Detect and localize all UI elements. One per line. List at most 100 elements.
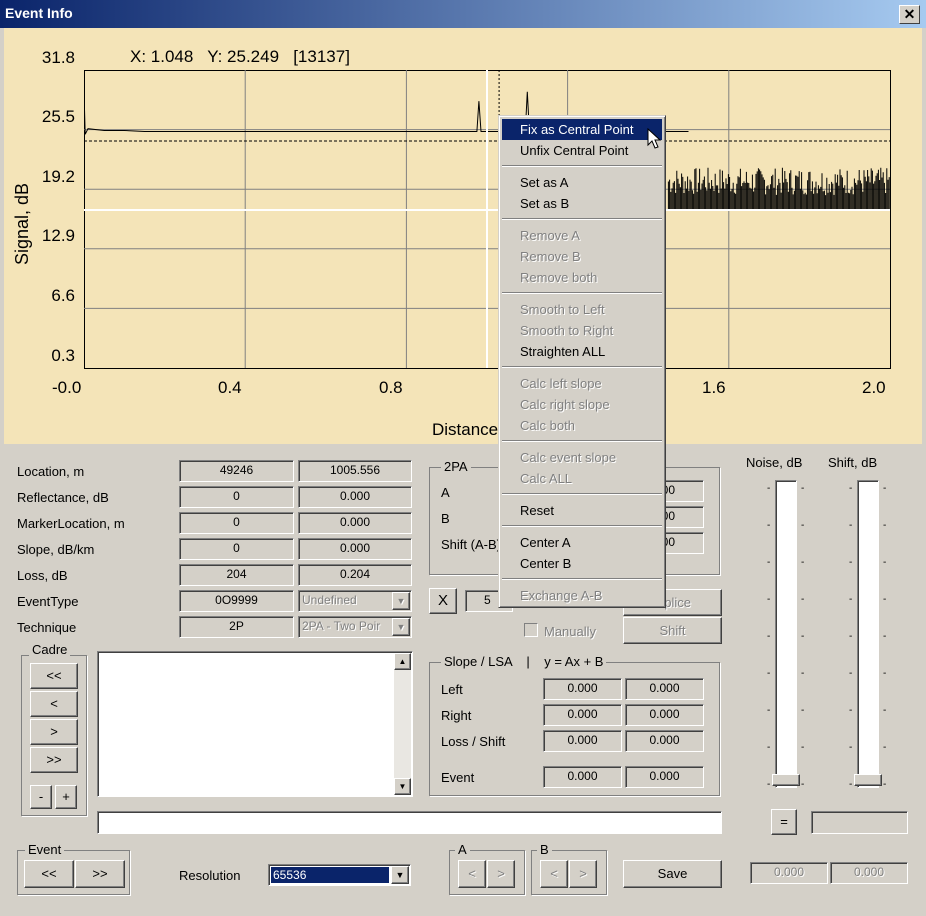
- shift-slider-track[interactable]: [857, 480, 879, 788]
- slider-tick: -: [801, 520, 805, 531]
- menu-item-calc-all: Calc ALL: [520, 471, 573, 486]
- slope-left-label: Left: [441, 682, 463, 697]
- technique-code-field: 2P: [179, 616, 294, 638]
- menu-item-center-b[interactable]: Center B: [502, 553, 662, 574]
- event-type-code-field: 0O9999: [179, 590, 294, 612]
- b-left-button[interactable]: <: [540, 860, 568, 888]
- scroll-down-icon[interactable]: ▼: [394, 778, 411, 795]
- slider-tick: -: [849, 520, 853, 531]
- slider-tick: -: [849, 668, 853, 679]
- shift-slider-thumb[interactable]: [854, 774, 882, 786]
- marker-location-label: MarkerLocation, m: [17, 516, 125, 531]
- slider-tick: -: [767, 594, 771, 605]
- slider-tick: -: [849, 779, 853, 790]
- slider-tick: -: [801, 631, 805, 642]
- mouse-cursor-icon: [647, 128, 662, 149]
- twopa-b-label: B: [441, 511, 450, 526]
- save-button[interactable]: Save: [623, 860, 722, 888]
- event-prev-button[interactable]: <<: [24, 860, 74, 888]
- x-tick-label: 1.6: [702, 378, 726, 397]
- close-button[interactable]: ✕: [899, 5, 920, 24]
- manually-checkbox[interactable]: [524, 623, 538, 637]
- chevron-down-icon[interactable]: ▼: [391, 866, 409, 884]
- shift-value-field: 0.000: [830, 862, 908, 884]
- slider-tick: -: [883, 631, 887, 642]
- slider-tick: -: [801, 483, 805, 494]
- cadre-last-button[interactable]: >>: [30, 747, 78, 773]
- reflectance-label: Reflectance, dB: [17, 490, 109, 505]
- noise-slider-thumb[interactable]: [772, 774, 800, 786]
- menu-item-straighten-all[interactable]: Straighten ALL: [502, 341, 662, 362]
- notes-textarea[interactable]: [97, 651, 413, 797]
- cadre-prev-button[interactable]: <: [30, 691, 78, 717]
- event-type-label: EventType: [17, 594, 79, 609]
- noise-slider-track[interactable]: [775, 480, 797, 788]
- menu-item-unfix-central-point[interactable]: Unfix Central Point: [502, 140, 662, 161]
- title-bar: [0, 0, 926, 28]
- x-tick-label: -0.0: [52, 378, 82, 397]
- notes-scrollbar[interactable]: [394, 653, 411, 795]
- menu-item-exchange-a-b: Exchange A-B: [520, 588, 603, 603]
- shift-db-label: Shift, dB: [828, 455, 878, 470]
- trace-plot[interactable]: [84, 70, 891, 369]
- menu-separator: [502, 366, 662, 368]
- slider-tick: -: [767, 779, 771, 790]
- y-tick-label: 12.9: [41, 226, 75, 245]
- menu-item-fix-as-central-point[interactable]: Fix as Central Point: [502, 119, 662, 140]
- slider-tick: -: [849, 742, 853, 753]
- clear-x-button[interactable]: X: [429, 588, 457, 614]
- event-type-select-value: Undefined: [302, 593, 357, 607]
- equalize-button[interactable]: =: [771, 809, 797, 835]
- manually-label: Manually: [544, 624, 597, 639]
- cadre-plus-button[interactable]: +: [55, 785, 77, 809]
- reflectance-value-field: 0.000: [298, 486, 412, 508]
- loss-label: Loss, dB: [17, 568, 68, 583]
- menu-item-calc-left-slope: Calc left slope: [520, 376, 602, 391]
- twopa-shift-label: Shift (A-B): [441, 537, 501, 552]
- cadre-next-button[interactable]: >: [30, 719, 78, 745]
- menu-item-calc-both: Calc both: [520, 418, 575, 433]
- slider-tick: -: [767, 705, 771, 716]
- context-menu: Fix as Central Point Unfix Central Point S…: [498, 115, 666, 608]
- b-right-button[interactable]: >: [569, 860, 597, 888]
- menu-item-set-as-a[interactable]: Set as A: [502, 172, 662, 193]
- menu-item-remove-b: Remove B: [520, 249, 581, 264]
- slope-right-a-field: 0.000: [543, 704, 622, 726]
- y-tick-label: 0.3: [51, 346, 75, 365]
- chevron-down-icon[interactable]: ▼: [392, 618, 410, 636]
- reflectance-index-field: 0: [179, 486, 294, 508]
- menu-item-calc-event-slope: Calc event slope: [520, 450, 617, 465]
- cadre-first-button[interactable]: <<: [30, 663, 78, 689]
- technique-label: Technique: [17, 620, 77, 635]
- chevron-down-icon[interactable]: ▼: [392, 592, 410, 610]
- menu-item-reset[interactable]: Reset: [502, 500, 662, 521]
- status-input[interactable]: [97, 811, 722, 834]
- slope-event-label: Event: [441, 770, 475, 785]
- slope-label: Slope, dB/km: [17, 542, 95, 557]
- cadre-minus-button[interactable]: -: [30, 785, 52, 809]
- a-left-button[interactable]: <: [458, 860, 486, 888]
- location-value-field: 1005.556: [298, 460, 412, 482]
- slider-tick: -: [849, 631, 853, 642]
- scroll-up-icon[interactable]: ▲: [394, 653, 411, 670]
- y-tick-label: 31.8: [41, 48, 75, 67]
- a-right-button[interactable]: >: [487, 860, 515, 888]
- event-next-button[interactable]: >>: [75, 860, 125, 888]
- loss-shift-a-field: 0.000: [543, 730, 622, 752]
- menu-separator: [502, 292, 662, 294]
- slider-tick: -: [801, 779, 805, 790]
- menu-item-set-as-b[interactable]: Set as B: [502, 193, 662, 214]
- shift-button[interactable]: Shift: [623, 617, 722, 644]
- slider-readout-field: [811, 811, 908, 834]
- menu-item-remove-a: Remove A: [520, 228, 580, 243]
- x-tick-label: 0.4: [218, 378, 242, 397]
- slider-tick: -: [883, 594, 887, 605]
- slider-tick: -: [767, 520, 771, 531]
- slider-tick: -: [767, 631, 771, 642]
- x-axis-label: Distance: [432, 420, 499, 439]
- menu-separator: [502, 493, 662, 495]
- y-tick-label: 6.6: [51, 286, 75, 305]
- location-label: Location, m: [17, 464, 85, 479]
- menu-item-center-a[interactable]: Center A: [502, 532, 662, 553]
- menu-separator: [502, 165, 662, 167]
